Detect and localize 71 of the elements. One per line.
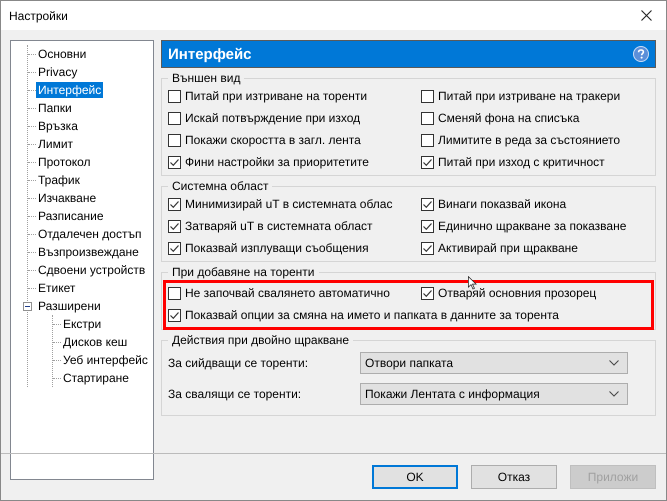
- checkbox-label: Отваряй основния прозорец: [438, 286, 596, 300]
- group-title: При добавяне на торенти: [171, 265, 316, 279]
- tree-item[interactable]: Уеб интерфейс: [61, 352, 150, 368]
- checkbox[interactable]: [421, 198, 434, 210]
- checkbox-label: Лимитите в реда за състоянието: [438, 133, 620, 147]
- checkbox[interactable]: [421, 90, 434, 102]
- close-icon[interactable]: [641, 10, 652, 21]
- group-title: Действия при двойно щракване: [171, 333, 350, 347]
- checkbox[interactable]: [168, 286, 181, 300]
- checkbox[interactable]: [168, 134, 181, 146]
- tree-item[interactable]: Основни: [36, 46, 88, 62]
- checkbox-label: Затваряй uT в системната област: [185, 219, 373, 233]
- group-title: Външен вид: [171, 71, 242, 85]
- field-label: За свалящи се торенти:: [168, 387, 302, 401]
- dialog-button[interactable]: Отказ: [471, 465, 557, 489]
- checkbox-label: Минимизирай uT в системната облас: [185, 197, 392, 211]
- checkbox[interactable]: [421, 220, 434, 232]
- checkbox[interactable]: [421, 112, 434, 124]
- checkbox-label: Питай при изход с критичност: [438, 155, 605, 169]
- checkbox[interactable]: [421, 156, 434, 168]
- tree-item[interactable]: Изчакване: [36, 190, 98, 206]
- tree-item[interactable]: Възпроизвеждане: [36, 244, 141, 260]
- panel-title: Интерфейс: [168, 46, 252, 62]
- checkbox[interactable]: [421, 286, 434, 300]
- checkbox[interactable]: [421, 242, 434, 254]
- mouse-pointer-icon: [468, 276, 477, 290]
- tree-item[interactable]: Разширени: [36, 298, 103, 314]
- checkbox[interactable]: [168, 112, 181, 124]
- tree-item[interactable]: Разписание: [36, 208, 106, 224]
- checkbox-label: Показвай опции за смяна на името и папката в данните за торента: [185, 308, 559, 322]
- checkbox-label: Единично щракване за показване: [438, 219, 626, 233]
- tree-item[interactable]: Стартиране: [61, 370, 131, 386]
- checkbox-label: Питай при изтриване на тракери: [438, 89, 620, 103]
- field-label: За сийдващи се торенти:: [168, 356, 310, 370]
- checkbox-label: Не започвай свалянето автоматично: [185, 286, 390, 300]
- tree-item[interactable]: Папки: [36, 100, 74, 116]
- checkbox[interactable]: [168, 198, 181, 210]
- chevron-down-icon: [609, 391, 619, 397]
- tree-item[interactable]: Privacy: [36, 64, 80, 80]
- tree-item[interactable]: Отдалечен достъп: [36, 226, 144, 242]
- checkbox-label: Фини настройки за приоритетите: [185, 155, 369, 169]
- checkbox-label: Показвай изплуващи съобщения: [185, 241, 369, 255]
- group-title: Системна област: [171, 179, 270, 193]
- checkbox-label: Сменяй фона на списъка: [438, 111, 580, 125]
- tree-item[interactable]: Сдвоени устройств: [36, 262, 148, 278]
- dropdown[interactable]: Покажи Лентата с информация: [360, 383, 628, 405]
- checkbox-label: Покажи скоростта в загл. лента: [185, 133, 361, 147]
- checkbox[interactable]: [168, 156, 181, 168]
- checkbox[interactable]: [168, 308, 181, 322]
- checkbox-label: Питай при изтриване на торенти: [185, 89, 368, 103]
- tree-item[interactable]: Трафик: [36, 172, 82, 188]
- tree-item[interactable]: Връзка: [36, 118, 80, 134]
- checkbox[interactable]: [421, 134, 434, 146]
- tree-item[interactable]: Протокол: [36, 154, 93, 170]
- checkbox[interactable]: [168, 242, 181, 254]
- collapse-icon[interactable]: [23, 302, 32, 310]
- chevron-down-icon: [609, 360, 619, 366]
- tree-item[interactable]: Етикет: [36, 280, 78, 296]
- tree-item[interactable]: Дисков кеш: [61, 334, 130, 350]
- tree-item[interactable]: Интерфейс: [36, 82, 104, 98]
- tree-item[interactable]: Лимит: [36, 136, 76, 152]
- checkbox-label: Искай потвърждение при изход: [185, 111, 360, 125]
- dialog-button[interactable]: OK: [372, 465, 458, 489]
- checkbox[interactable]: [168, 220, 181, 232]
- checkbox-label: Активирай при щракване: [438, 241, 578, 255]
- help-icon[interactable]: [633, 46, 649, 62]
- tree-item[interactable]: Екстри: [61, 316, 104, 332]
- checkbox[interactable]: [168, 90, 181, 102]
- window-title: Настройки: [9, 8, 68, 22]
- dropdown[interactable]: Отвори папката: [360, 352, 628, 374]
- checkbox-label: Винаги показвай икона: [438, 197, 566, 211]
